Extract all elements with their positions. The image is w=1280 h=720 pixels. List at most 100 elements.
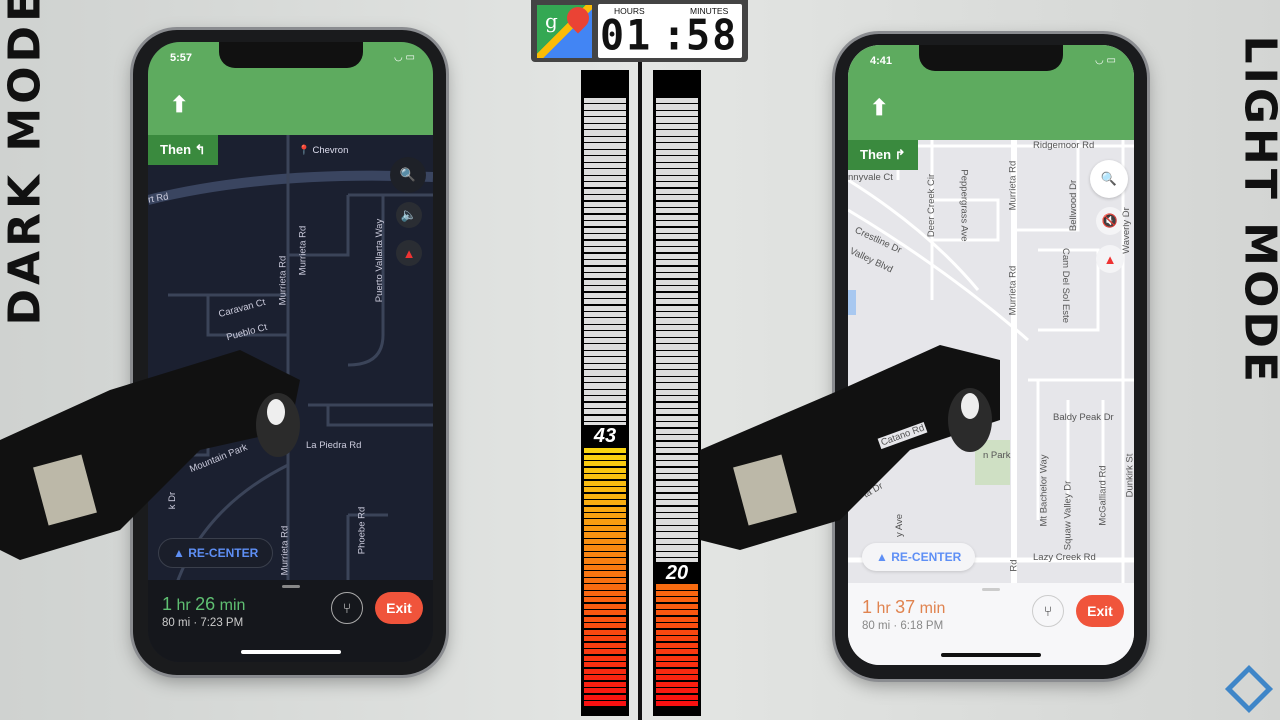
battery-segment (584, 532, 626, 538)
battery-segment (584, 590, 626, 596)
battery-segment (584, 662, 626, 668)
battery-segment (584, 688, 626, 694)
battery-segment (656, 513, 698, 519)
battery-segment (584, 415, 626, 421)
battery-segment (656, 493, 698, 499)
battery-segment (656, 117, 698, 123)
exit-button[interactable]: Exit (1076, 595, 1124, 627)
battery-segment (656, 655, 698, 661)
battery-segment (656, 195, 698, 201)
battery-segment (584, 350, 626, 357)
exit-button[interactable]: Exit (375, 592, 423, 624)
status-time: 4:41 (870, 55, 893, 67)
search-button[interactable]: 🔍 (1090, 160, 1128, 198)
battery-segment (656, 286, 698, 292)
battery-segment (584, 266, 626, 272)
battery-segment (656, 266, 698, 272)
battery-segment (584, 461, 626, 467)
battery-segment (584, 286, 626, 292)
battery-segment (656, 525, 698, 532)
trip-details: 80 mi · 7:23 PM (162, 617, 244, 629)
home-indicator[interactable] (240, 650, 341, 654)
battery-segment (656, 363, 698, 370)
battery-segment (656, 519, 698, 525)
battery-segment (584, 409, 626, 415)
battery-segment (584, 681, 626, 687)
street-label: Squaw Valley Dr (1062, 480, 1074, 551)
battery-segment (584, 525, 626, 532)
battery-segment (584, 467, 626, 473)
battery-percent-left: 43 (581, 425, 629, 447)
battery-segment (584, 169, 626, 175)
battery-segment (584, 701, 626, 707)
battery-segment (656, 175, 698, 181)
battery-segment (584, 253, 626, 259)
battery-segment (584, 597, 626, 603)
alternate-routes-button[interactable]: ⑂ (331, 592, 363, 624)
battery-segment (584, 513, 626, 519)
battery-segment (656, 668, 698, 674)
battery-segment (656, 260, 698, 266)
drag-handle[interactable] (982, 588, 1000, 591)
search-button[interactable]: 🔍 (390, 157, 426, 193)
battery-segment (656, 104, 698, 110)
battery-segment (584, 487, 626, 493)
battery-segment (584, 603, 626, 609)
battery-segment (656, 597, 698, 603)
battery-segment (656, 299, 698, 305)
battery-segment (584, 260, 626, 266)
battery-segment (584, 383, 626, 389)
street-label: Lazy Creek Rd (1033, 552, 1096, 563)
battery-segment (584, 636, 626, 642)
battery-segment (656, 273, 698, 279)
battery-segment (656, 422, 698, 428)
sound-button[interactable]: 🔈 (396, 202, 422, 228)
status-time: 5:57 (170, 52, 193, 64)
logo-letter: g (545, 9, 558, 33)
battery-segment (656, 156, 698, 162)
home-indicator[interactable] (941, 653, 1041, 657)
street-label: Phoebe Rd (356, 506, 368, 555)
battery-segment (584, 694, 626, 700)
battery-segment (656, 551, 698, 558)
search-icon: 🔍 (1100, 171, 1118, 186)
eta-minutes: 26 (195, 594, 216, 614)
battery-segment (584, 402, 626, 408)
battery-segment (584, 396, 626, 402)
poi-chevron[interactable]: 📍 Chevron (298, 145, 348, 156)
battery-segment (584, 571, 626, 577)
battery-segment (584, 273, 626, 279)
compass-button[interactable]: ▲ (1096, 245, 1124, 273)
drag-handle[interactable] (281, 585, 300, 588)
battery-segment (584, 376, 626, 383)
battery-segment (656, 538, 698, 545)
battery-percent-right: 20 (653, 561, 701, 584)
battery-segment (656, 143, 698, 149)
battery-segment (656, 324, 698, 331)
battery-segment (584, 117, 626, 123)
battery-segment (656, 616, 698, 622)
battery-bar-left: 43 (581, 70, 629, 716)
battery-segment (656, 487, 698, 493)
battery-segment (656, 623, 698, 629)
battery-segment (584, 363, 626, 370)
eta: 1 hr 26 min (162, 594, 245, 615)
battery-segment (656, 130, 698, 136)
straight-arrow-icon: ⬆ (870, 95, 889, 120)
battery-segment (584, 331, 626, 337)
compass-button[interactable]: ▲ (396, 240, 422, 266)
battery-segment (656, 662, 698, 668)
battery-segment (584, 337, 626, 344)
battery-segment (656, 467, 698, 473)
trip-panel: 1 hr 26 min 80 mi · 7:23 PM ⑂ Exit (148, 580, 433, 662)
battery-segment (656, 383, 698, 389)
alternate-routes-button[interactable]: ⑂ (1032, 595, 1064, 627)
straight-arrow-icon: ⬆ (170, 92, 189, 117)
sound-button[interactable]: 🔇 (1096, 207, 1124, 235)
robot-arm-left (0, 350, 300, 560)
battery-segment (656, 292, 698, 298)
divider (638, 62, 642, 720)
battery-segment (656, 409, 698, 415)
battery-segment (656, 642, 698, 648)
battery-segment (656, 227, 698, 233)
